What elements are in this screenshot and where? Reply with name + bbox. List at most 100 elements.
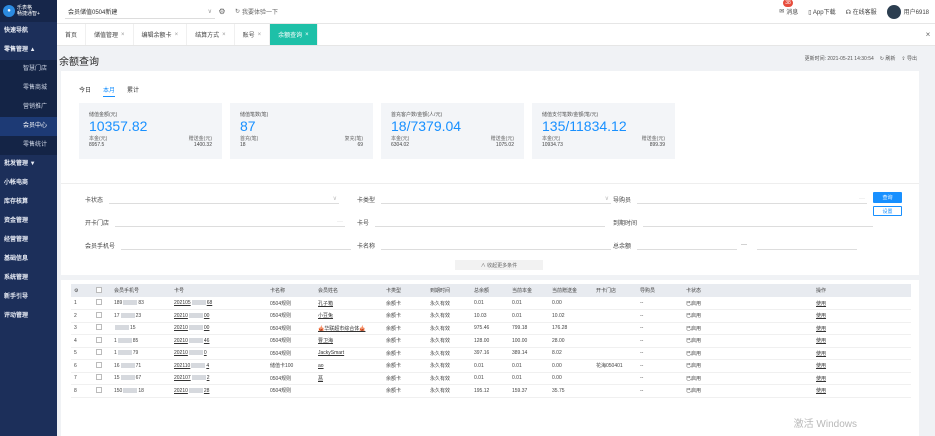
use-action-link[interactable]: 使用 [813, 322, 911, 335]
tab[interactable]: 首页 [57, 24, 87, 45]
member-name-link[interactable]: 小豆兔 [315, 309, 383, 323]
row-checkbox[interactable] [96, 349, 102, 356]
online-service-button[interactable]: ☊ 在线客服 [846, 7, 877, 16]
row-select[interactable] [93, 297, 111, 310]
member-phone: 16 71 [111, 359, 171, 373]
settings-button[interactable]: 设置 [873, 206, 902, 216]
tab[interactable]: 结算方式 × [187, 24, 235, 45]
filter-guide[interactable]: 导购员 ··· [613, 194, 868, 204]
tab-close-icon[interactable]: × [222, 32, 226, 38]
main-content: 余额查询 更新时间: 2021-05-21 14:30:54 ↻ 刷新 ⇪ 导出… [57, 46, 935, 436]
sidebar-item[interactable]: 经营管理 [0, 231, 57, 250]
sidebar-item[interactable]: 库存核算 [0, 193, 57, 212]
settings-gear-icon[interactable]: ⚙ [215, 5, 229, 19]
member-name-link[interactable]: 🎪华联超市综合体🎪 [315, 322, 383, 335]
period-tab[interactable]: 今日 [79, 85, 91, 97]
sidebar-item[interactable]: 智慧门店 [0, 60, 57, 79]
sidebar-item[interactable]: 资金管理 [0, 212, 57, 231]
select-all-checkbox[interactable] [96, 286, 102, 293]
use-action-link[interactable]: 使用 [813, 384, 911, 398]
filter-open-store[interactable]: 开卡门店 ··· [85, 217, 346, 227]
filter-card-name[interactable]: 卡名称 [357, 240, 612, 250]
row-checkbox[interactable] [96, 374, 102, 381]
export-button[interactable]: ⇪ 导出 [901, 55, 917, 62]
use-action-link[interactable]: 使用 [813, 359, 911, 373]
row-checkbox[interactable] [96, 386, 102, 393]
card-no-link[interactable]: 20210 00 [171, 322, 267, 335]
row-checkbox[interactable] [96, 311, 102, 318]
period-tab[interactable]: 本月 [103, 85, 116, 97]
tab-close-icon[interactable]: × [175, 32, 179, 38]
row-checkbox[interactable] [96, 361, 102, 368]
store-select[interactable]: 会员储值0504新建 ∨ [65, 5, 215, 19]
member-name-link[interactable]: 孔子箱 [315, 297, 383, 310]
row-select[interactable] [93, 334, 111, 348]
tab[interactable]: 余额查询 × [270, 24, 318, 45]
use-action-link[interactable]: 使用 [813, 372, 911, 385]
filter-expire-time[interactable]: 到期时间 [613, 217, 874, 227]
tab[interactable]: 储值管理 × [86, 24, 134, 45]
filter-card-status[interactable]: 卡状态 ∨ [85, 194, 340, 204]
try-new-link[interactable]: ↻ 我要体验一下 [235, 7, 278, 16]
row-select[interactable] [93, 359, 111, 373]
row-select[interactable] [93, 384, 111, 398]
use-action-link[interactable]: 使用 [813, 334, 911, 348]
sidebar-item[interactable]: 零售统计 [0, 136, 57, 155]
filter-card-type[interactable]: 卡类型 ∨ [357, 194, 612, 204]
tab[interactable]: 账号 × [235, 24, 271, 45]
stat-sub-value: 899.39 [649, 142, 665, 148]
sidebar-item[interactable]: 营销推广 [0, 98, 57, 117]
filter-card-no[interactable]: 卡号 [357, 217, 606, 227]
sidebar-item[interactable]: 零售商城 [0, 79, 57, 98]
sidebar-item[interactable]: 系统管理 [0, 269, 57, 288]
tab-close-icon[interactable]: × [258, 32, 262, 38]
member-name-link[interactable] [315, 384, 383, 398]
sidebar-item[interactable]: 评动管理 [0, 307, 57, 326]
row-checkbox[interactable] [96, 336, 102, 343]
tab-close-icon[interactable]: × [121, 32, 125, 38]
messages-button[interactable]: ✉ 38 消息 [779, 0, 798, 16]
period-tab[interactable]: 累计 [127, 85, 139, 97]
member-name-link[interactable]: ao [315, 359, 383, 373]
use-action-link[interactable]: 使用 [813, 347, 911, 360]
row-select[interactable] [93, 309, 111, 323]
row-select[interactable] [93, 372, 111, 385]
row-select[interactable] [93, 347, 111, 360]
use-action-link[interactable]: 使用 [813, 297, 911, 310]
sidebar-item[interactable]: 新手引导 [0, 288, 57, 307]
card-no-link[interactable]: 202110 4 [171, 359, 267, 373]
filter-total-balance[interactable]: 总余额 — [613, 240, 858, 250]
sidebar-item[interactable]: 基础信息 [0, 250, 57, 269]
refresh-button[interactable]: ↻ 刷新 [880, 55, 896, 62]
tab-close-icon[interactable]: × [305, 32, 309, 38]
row-checkbox[interactable] [96, 299, 102, 305]
sidebar-item[interactable]: 批发管理 ▼ [0, 155, 57, 174]
stat-value: 135/11834.12 [542, 118, 627, 134]
tab[interactable]: 编辑余额卡 × [134, 24, 188, 45]
card-no-link[interactable]: 20210 28 [171, 384, 267, 398]
card-no-link[interactable]: 202107 2 [171, 372, 267, 385]
use-action-link[interactable]: 使用 [813, 309, 911, 323]
sidebar-item[interactable]: 零售管理 ▲ [0, 41, 57, 60]
card-no-link[interactable]: 20210 00 [171, 309, 267, 323]
app-download-button[interactable]: ▯ App下载 [808, 7, 835, 16]
card-no-link[interactable]: 20210 46 [171, 334, 267, 348]
sidebar-item[interactable]: 小帐电商 [0, 174, 57, 193]
total-balance: 0.01 [471, 297, 509, 310]
query-button[interactable]: 查询 [873, 192, 902, 203]
row-checkbox[interactable] [96, 324, 102, 331]
user-menu[interactable]: 用户6918 [886, 4, 929, 19]
member-name-link[interactable]: JackySmart [315, 347, 383, 360]
close-icon[interactable]: × [921, 24, 935, 45]
card-no-link[interactable]: 202105 68 [171, 297, 267, 310]
member-name-link[interactable]: 曹卫海 [315, 334, 383, 348]
column-settings-icon[interactable]: ⚙ [71, 284, 93, 297]
row-select[interactable] [93, 322, 111, 335]
sidebar-item[interactable]: 快速导航 [0, 22, 57, 41]
app-logo[interactable]: ● 乐表格 畅捷通智+ [0, 0, 57, 22]
collapse-conditions-button[interactable]: ∧ 收起更多条件 [455, 260, 543, 270]
member-name-link[interactable]: 菖 [315, 372, 383, 385]
card-no-link[interactable]: 20210 0 [171, 347, 267, 360]
sidebar-item[interactable]: 会员中心 [0, 117, 57, 136]
filter-member-phone[interactable]: 会员手机号 [85, 240, 352, 250]
